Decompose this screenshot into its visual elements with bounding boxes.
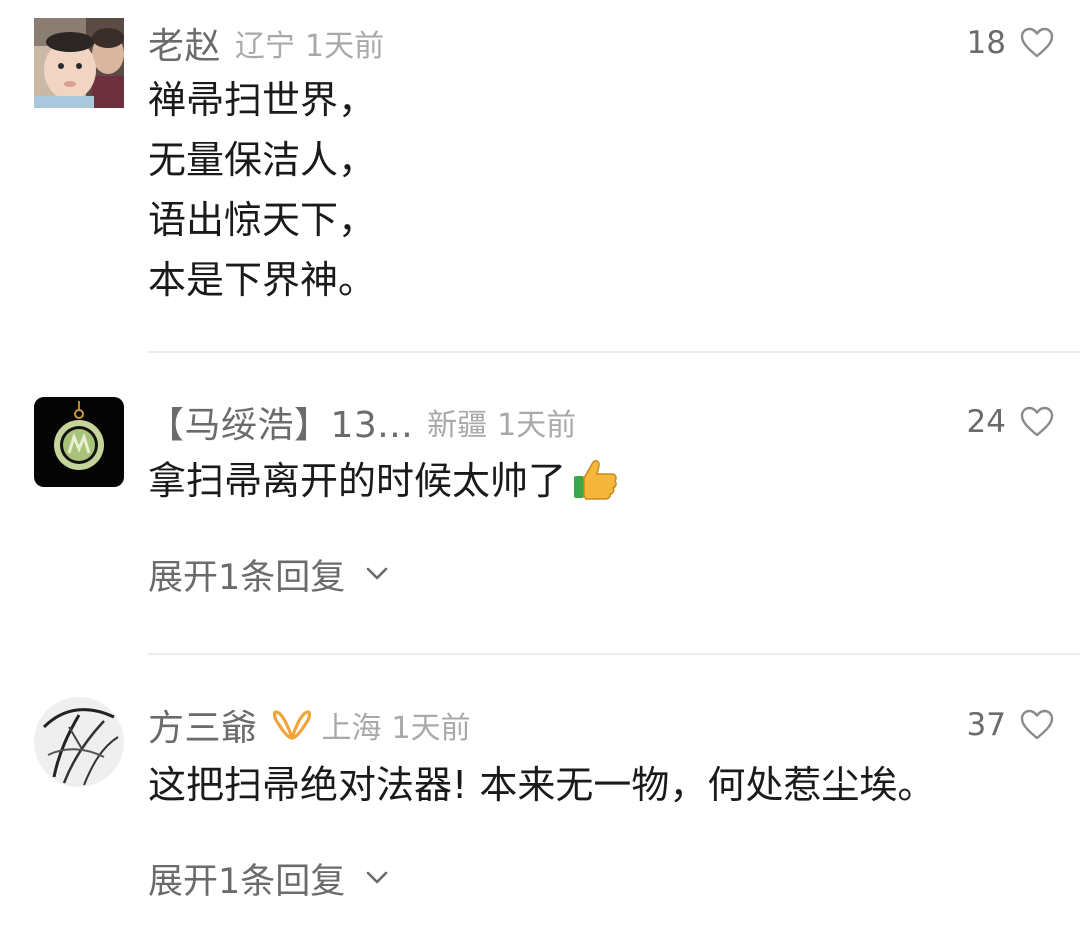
location-label: 新疆 xyxy=(427,408,488,443)
username[interactable]: 老赵 xyxy=(148,17,221,69)
comment-body: 拿扫帚离开的时候太帅了 xyxy=(148,459,567,503)
comment-line: 本是下界神。 xyxy=(148,258,377,302)
comment-header: 方三爺 上海 1天前 xyxy=(148,699,471,751)
comment-line: 禅帚扫世界， xyxy=(148,78,377,122)
like-count: 18 xyxy=(966,25,1006,61)
chevron-down-icon xyxy=(366,871,388,884)
heart-icon xyxy=(1020,406,1054,437)
location-label: 辽宁 xyxy=(235,29,296,64)
heart-icon xyxy=(1020,709,1054,740)
user-avatar[interactable] xyxy=(34,18,124,108)
gold-ribbon-badge-icon xyxy=(272,708,312,742)
like-count: 24 xyxy=(966,404,1006,440)
expand-replies-button[interactable]: 展开1条回复 xyxy=(148,547,389,601)
heart-icon xyxy=(1020,27,1054,58)
expand-replies-button[interactable]: 展开1条回复 xyxy=(148,851,389,905)
user-avatar[interactable] xyxy=(34,397,124,487)
user-avatar[interactable] xyxy=(34,697,124,787)
timestamp: 1天前 xyxy=(391,711,471,746)
thumbs-up-icon xyxy=(574,460,617,500)
location-label: 上海 xyxy=(321,711,382,746)
like-count: 37 xyxy=(966,707,1006,743)
timestamp: 1天前 xyxy=(305,29,385,64)
comment-text: 禅帚扫世界， 无量保洁人， 语出惊天下， 本是下界神。 xyxy=(148,70,376,310)
like-button[interactable]: 24 xyxy=(967,396,1054,448)
username[interactable]: 方三爺 xyxy=(148,699,258,751)
comment-header: 【马绥浩】13... 新疆 1天前 xyxy=(148,396,576,448)
like-button[interactable]: 37 xyxy=(967,699,1054,751)
expand-replies-label: 展开1条回复 xyxy=(148,557,346,598)
comment-header: 老赵 辽宁 1天前 xyxy=(148,17,384,69)
comment-body: 这把扫帚绝对法器! 本来无一物，何处惹尘埃。 xyxy=(148,763,936,807)
comment-line: 无量保洁人， xyxy=(148,138,377,182)
comment-item: 老赵 辽宁 1天前 18 禅帚扫世界， 无量保洁人， 语出惊天下， 本是下界神。 xyxy=(0,0,1080,352)
comment-text: 拿扫帚离开的时候太帅了 xyxy=(148,451,618,511)
like-button[interactable]: 18 xyxy=(967,17,1054,69)
comment-item: 方三爺 上海 1天前 37 这把扫帚绝对法器! 本来无一物，何处惹尘埃。 展开1… xyxy=(0,655,1080,931)
comment-item: 【马绥浩】13... 新疆 1天前 24 拿扫帚离开的时候太帅了 展开1条回复 xyxy=(0,353,1080,653)
username[interactable]: 【马绥浩】13... xyxy=(148,396,413,448)
comment-text: 这把扫帚绝对法器! 本来无一物，何处惹尘埃。 xyxy=(148,755,935,815)
expand-replies-label: 展开1条回复 xyxy=(148,861,346,902)
comment-line: 语出惊天下， xyxy=(148,198,377,242)
chevron-down-icon xyxy=(366,567,388,580)
timestamp: 1天前 xyxy=(497,408,577,443)
